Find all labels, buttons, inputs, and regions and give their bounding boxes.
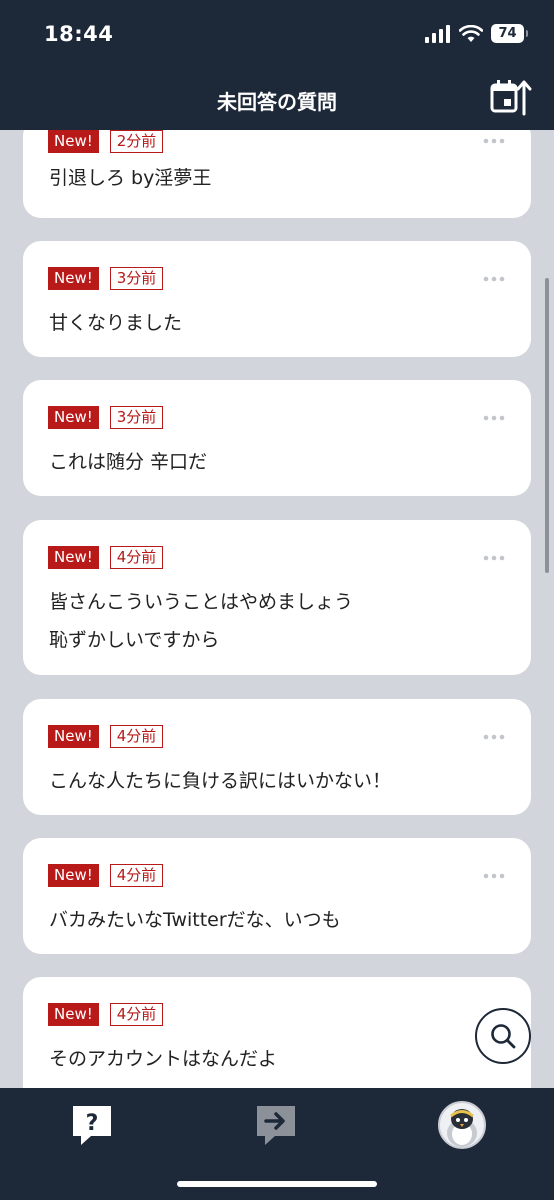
tags: New! 4分前 xyxy=(48,725,164,748)
send-arrow-icon xyxy=(257,1106,295,1145)
question-card[interactable]: New! 4分前 こんな人たちに負ける訳にはいかない！ xyxy=(23,699,531,815)
page-title: 未回答の質問 xyxy=(217,90,337,114)
question-text: 恥ずかしいですから xyxy=(49,629,220,651)
tags: New! 3分前 xyxy=(48,406,164,429)
question-card[interactable]: New! 4分前 バカみたいなTwitterだな、いつも xyxy=(23,838,531,954)
new-badge: New! xyxy=(48,725,99,748)
status-time: 18:44 xyxy=(44,22,114,46)
search-icon xyxy=(491,1024,516,1049)
wifi-icon xyxy=(459,24,483,42)
tags: New! 4分前 xyxy=(48,864,164,887)
search-button[interactable] xyxy=(475,1008,531,1064)
calendar-sort-button[interactable] xyxy=(490,78,532,118)
new-badge: New! xyxy=(48,406,99,429)
tags: New! 3分前 xyxy=(48,267,164,290)
time-badge: 4分前 xyxy=(109,864,164,887)
question-text: こんな人たちに負ける訳にはいかない！ xyxy=(49,770,392,792)
status-bar: 18:44 74 xyxy=(0,0,554,70)
time-badge: 4分前 xyxy=(109,546,164,569)
new-badge: New! xyxy=(48,546,99,569)
new-badge: New! xyxy=(48,130,99,153)
tags: New! 2分前 xyxy=(48,130,164,153)
time-badge: 4分前 xyxy=(109,1003,164,1026)
question-text: 皆さんこういうことはやめましょう xyxy=(49,591,354,613)
new-badge: New! xyxy=(48,864,99,887)
tags: New! 4分前 xyxy=(48,1003,164,1026)
nav-bar: 未回答の質問 xyxy=(0,70,554,130)
more-options-icon[interactable] xyxy=(483,553,505,563)
scroll-indicator[interactable] xyxy=(545,278,549,573)
question-card[interactable]: New! 3分前 これは随分 辛口だ xyxy=(23,380,531,496)
question-card[interactable]: New! 4分前 皆さんこういうことはやめましょう 恥ずかしいですから xyxy=(23,520,531,675)
more-options-icon[interactable] xyxy=(483,871,505,881)
status-icons: 74 xyxy=(425,24,528,43)
signal-icon xyxy=(425,24,450,43)
question-card[interactable]: New! 2分前 引退しろ by淫夢王 xyxy=(23,130,531,218)
tab-questions[interactable]: ? xyxy=(69,1102,115,1148)
time-badge: 3分前 xyxy=(109,406,164,429)
svg-text:?: ? xyxy=(86,1111,99,1136)
tab-answered[interactable] xyxy=(253,1102,299,1148)
question-list[interactable]: New! 2分前 引退しろ by淫夢王 New! 3分前 甘くなりました New… xyxy=(0,130,554,1088)
question-text: 引退しろ by淫夢王 xyxy=(49,167,212,189)
question-card[interactable]: New! 3分前 甘くなりました xyxy=(23,241,531,357)
battery-indicator: 74 xyxy=(491,24,528,43)
more-options-icon[interactable] xyxy=(483,136,505,146)
tags: New! 4分前 xyxy=(48,546,164,569)
question-bubble-icon: ? xyxy=(73,1106,111,1145)
time-badge: 2分前 xyxy=(109,130,164,153)
home-indicator xyxy=(177,1181,377,1187)
question-text: これは随分 辛口だ xyxy=(49,451,208,473)
avatar[interactable] xyxy=(438,1101,486,1149)
question-text: そのアカウントはなんだよ xyxy=(49,1048,278,1070)
question-card[interactable]: New! 4分前 そのアカウントはなんだよ xyxy=(23,977,531,1088)
new-badge: New! xyxy=(48,267,99,290)
question-text: 甘くなりました xyxy=(49,312,183,334)
more-options-icon[interactable] xyxy=(483,732,505,742)
new-badge: New! xyxy=(48,1003,99,1026)
time-badge: 4分前 xyxy=(109,725,164,748)
more-options-icon[interactable] xyxy=(483,413,505,423)
calendar-sort-icon xyxy=(490,80,532,116)
question-text: バカみたいなTwitterだな、いつも xyxy=(49,909,341,931)
more-options-icon[interactable] xyxy=(483,274,505,284)
penguin-avatar-icon xyxy=(447,1109,477,1147)
time-badge: 3分前 xyxy=(109,267,164,290)
